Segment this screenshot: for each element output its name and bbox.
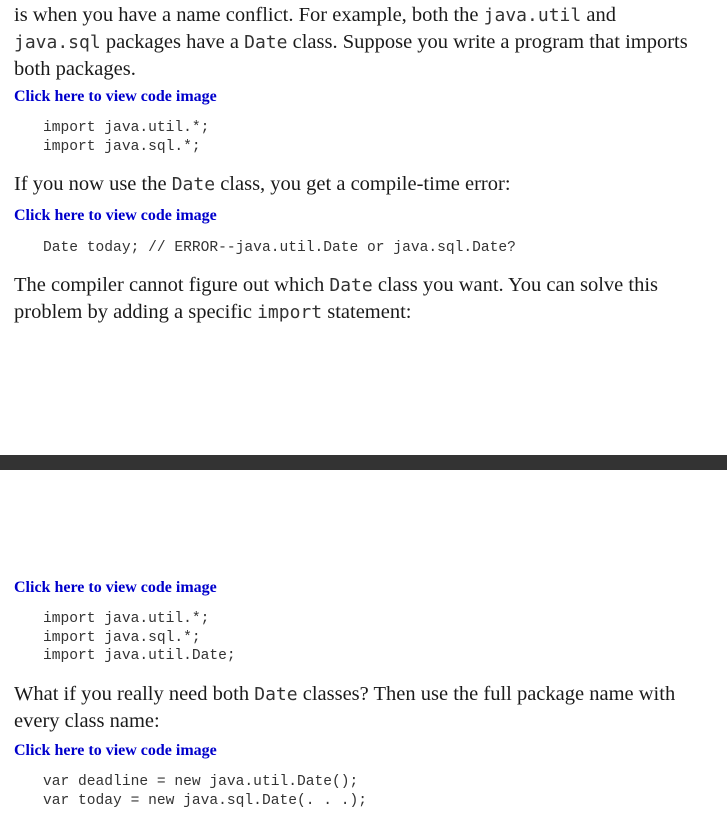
paragraph-both-date-classes: What if you really need both Date classe… <box>14 681 707 734</box>
text: What if you really need both <box>14 683 255 705</box>
inline-code: java.util <box>483 5 582 26</box>
inline-code: Date <box>244 32 288 53</box>
code-block-date-error: Date today; // ERROR--java.util.Date or … <box>43 240 516 256</box>
view-code-image-link-4[interactable]: Click here to view code image <box>14 741 217 761</box>
text: packages have a <box>100 31 245 53</box>
text: class, you get a compile-time error: <box>215 173 511 195</box>
code-block-full-names: var deadline = new java.util.Date(); var… <box>43 774 368 809</box>
inline-code: java.sql <box>14 32 101 53</box>
inline-code: import <box>257 302 323 323</box>
text: statement: <box>322 301 412 323</box>
paragraph-specific-import: The compiler cannot figure out which Dat… <box>14 272 707 326</box>
text: The compiler cannot figure out which <box>14 274 330 296</box>
inline-code: Date <box>254 684 298 705</box>
text: and <box>581 4 616 26</box>
book-page: is when you have a name conflict. For ex… <box>0 0 727 821</box>
paragraph-name-conflict: is when you have a name conflict. For ex… <box>14 2 707 82</box>
text: If you now use the <box>14 173 172 195</box>
text: is when you have a name conflict. For ex… <box>14 4 484 26</box>
inline-code: Date <box>329 275 373 296</box>
inline-code: Date <box>171 174 216 195</box>
view-code-image-link-2[interactable]: Click here to view code image <box>14 206 217 226</box>
code-block-imports: import java.util.*; import java.sql.*; <box>43 120 210 155</box>
code-block-specific-import: import java.util.*; import java.sql.*; i… <box>43 611 236 664</box>
page-break-bar <box>0 455 727 470</box>
paragraph-compile-error: If you now use the Date class, you get a… <box>14 171 707 198</box>
view-code-image-link-3[interactable]: Click here to view code image <box>14 578 217 598</box>
view-code-image-link-1[interactable]: Click here to view code image <box>14 87 217 107</box>
